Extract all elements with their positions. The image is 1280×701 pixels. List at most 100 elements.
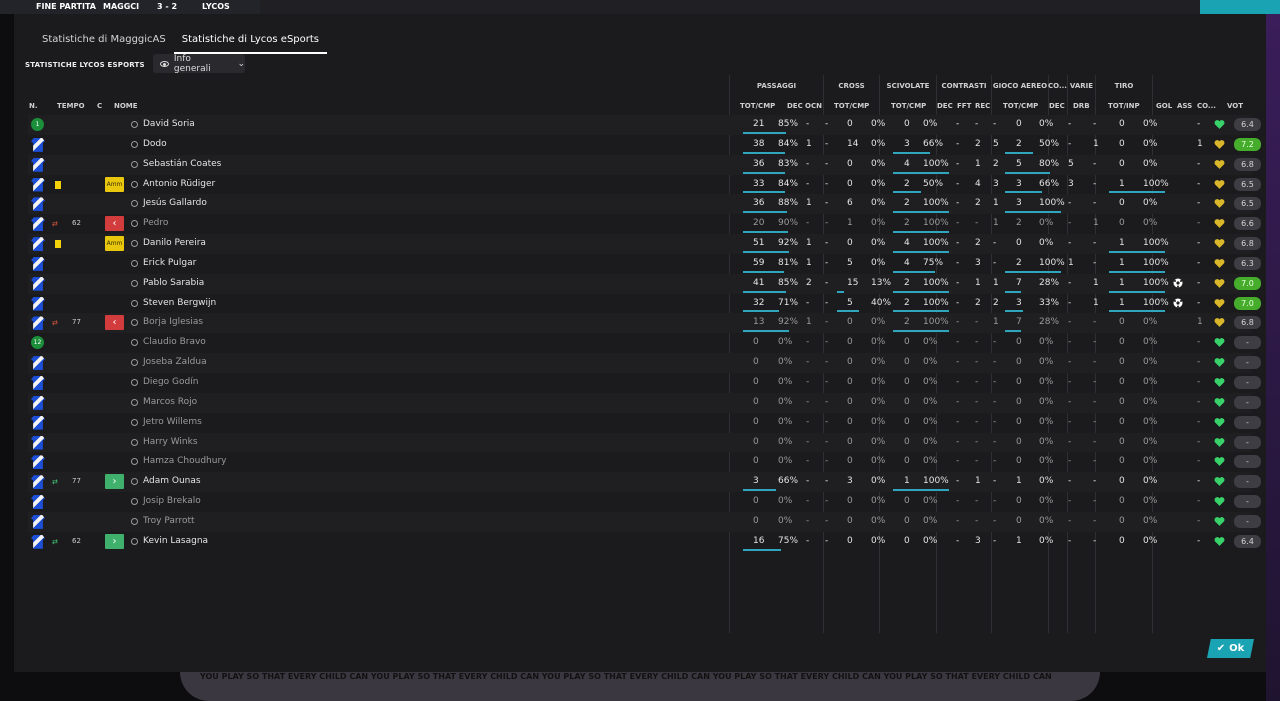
tab-home-stats[interactable]: Statistiche di MagggicAS	[34, 32, 174, 54]
table-row[interactable]: Pablo Sarabia 41 85% 2-15 13% 2 100% -1 1 7 28% -1 1…	[28, 273, 1261, 294]
col-aereo-tot[interactable]: TOT/CMP	[1003, 102, 1038, 110]
table-row[interactable]: Diego Godín 0 0% - - 0 0% 0 0% - - - 0 0% - - 0 0% - -	[28, 373, 1261, 393]
player-name[interactable]: Pablo Sarabia	[143, 274, 204, 294]
table-row[interactable]: Amm Danilo Pereira 51 92% 1-0 0% 4 100% -2-0 0% - -…	[28, 234, 1261, 254]
player-name[interactable]: Jetro Willems	[143, 413, 202, 433]
eye-icon	[160, 60, 169, 67]
table-row[interactable]: Dodo 38 84% 1-14 0% 3 66% -2 5 2 50% -1 0 0% 1 7.2	[28, 135, 1261, 155]
player-name[interactable]: Claudio Bravo	[143, 333, 206, 353]
col-co-dec[interactable]: DEC	[1049, 102, 1065, 110]
table-row[interactable]: Harry Winks 0 0% - - 0 0% 0 0% - - - 0 0% - - 0 0% - -	[28, 432, 1261, 453]
col-con-dec[interactable]: DEC	[937, 102, 953, 110]
table-row[interactable]: Amm Antonio Rüdiger 33 84% - -0 0% 2 50% -4 3 3 66% 3…	[28, 175, 1261, 195]
player-name[interactable]: Joseba Zaldua	[143, 353, 207, 373]
player-name[interactable]: Hamza Choudhury	[143, 452, 227, 472]
table-row[interactable]: 12 Claudio Bravo 0 0% - - 0 0% 0 0% - - - 0 0% - - 0 0% - -	[28, 333, 1261, 353]
table-row[interactable]: 1 David Soria 21 85% - -0 0% 0 0% - - -0 0% - -0 0% -6.4	[28, 115, 1261, 135]
player-name[interactable]: Harry Winks	[143, 433, 198, 453]
pass-count: 0	[753, 456, 759, 467]
player-name[interactable]: Steven Bergwijn	[143, 294, 216, 314]
col-con-rec[interactable]: REC	[975, 102, 990, 110]
table-row[interactable]: Joseba Zaldua 0 0% - - 0 0% 0 0% - - - 0 0% - - 0 0% - -	[28, 353, 1261, 373]
player-name[interactable]: Marcos Rojo	[143, 393, 197, 413]
table-row[interactable]: ⇄ 77 › Adam Ounas 3 66% - -3 0% 1 100% -1-1 0% - -0 0% -…	[28, 472, 1261, 493]
col-tiro-tot[interactable]: TOT/INP	[1108, 102, 1140, 110]
table-row[interactable]: Sebastián Coates 36 83% - -0 0% 4 100% -1 2 5 80% 5-…	[28, 154, 1261, 175]
table-row[interactable]: Josip Brekalo 0 0% - - 0 0% 0 0% - - - 0 0% - - 0 0% - -	[28, 492, 1261, 512]
pass-dec: -	[806, 436, 810, 447]
table-row[interactable]: Jetro Willems 0 0% - - 0 0% 0 0% - - - 0 0% - - 0 0% - -	[28, 413, 1261, 433]
col-number[interactable]: N.	[29, 102, 38, 110]
player-name[interactable]: Jesús Gallardo	[143, 194, 207, 214]
section-title: STATISTICHE LYCOS ESPORTS	[25, 61, 145, 69]
col-pass-dec[interactable]: DEC	[787, 102, 803, 110]
con-fft: -	[975, 436, 979, 447]
col-varie-drb[interactable]: DRB	[1073, 102, 1090, 110]
table-row[interactable]: Steven Bergwijn 32 71% - -5 40% 2 100% -2 2 3 33% -1…	[28, 294, 1261, 314]
ass: -	[1197, 297, 1201, 308]
col-c[interactable]: C	[97, 102, 102, 110]
person-icon	[130, 180, 138, 189]
player-name[interactable]: Josip Brekalo	[143, 492, 201, 512]
col-sciv-tot[interactable]: TOT/CMP	[891, 102, 926, 110]
col-cross-tot[interactable]: TOT/CMP	[834, 102, 869, 110]
player-name[interactable]: Erick Pulgar	[143, 254, 196, 274]
cross-count: 0	[847, 496, 853, 507]
con-fft: 2	[975, 238, 981, 249]
player-name[interactable]: Kevin Lasagna	[143, 532, 208, 552]
pct-bar	[893, 171, 949, 174]
tiro-pct: 0%	[1143, 317, 1158, 328]
table-row[interactable]: ⇄ 62 › Kevin Lasagna 16 75% - -0 0% 0 0% -3-1 0% - -0 0…	[28, 532, 1261, 552]
tiro-count: 0	[1119, 535, 1125, 546]
table-row[interactable]: Marcos Rojo 0 0% - - 0 0% 0 0% - - - 0 0% - - 0 0% - -	[28, 392, 1261, 413]
col-nome[interactable]: NOME	[114, 102, 138, 110]
pct-bar	[1005, 310, 1023, 313]
player-name[interactable]: Troy Parrott	[143, 512, 195, 532]
col-pass-ocn[interactable]: OCN	[805, 102, 822, 110]
col-ass[interactable]: ASS	[1177, 102, 1192, 110]
table-row[interactable]: ⇄ 62 ‹ Pedro 20 90% - -1 0% 2 100% - -1 2 0% -1 0 0% -6.6	[28, 214, 1261, 234]
col-con-fft[interactable]: FFT	[957, 102, 971, 110]
con-fft: -	[975, 218, 979, 229]
col-co2[interactable]: CO...	[1197, 102, 1216, 110]
ass: -	[1197, 337, 1201, 348]
player-name[interactable]: David Soria	[143, 115, 195, 135]
col-pass-tot[interactable]: TOT/CMP	[740, 102, 775, 110]
varie-drb: -	[1093, 476, 1097, 487]
col-tempo[interactable]: TEMPO	[57, 102, 85, 110]
table-row[interactable]: Hamza Choudhury 0 0% - - 0 0% 0 0% - - - 0 0% - - 0 0% - -	[28, 452, 1261, 472]
home-team: MAGGCI	[103, 2, 140, 11]
table-row[interactable]: Troy Parrott 0 0% - - 0 0% 0 0% - - - 0 0% - - 0 0% - -	[28, 511, 1261, 532]
cross-pct: 0%	[871, 337, 886, 348]
substitution-icon: ⇄	[52, 537, 58, 546]
player-name[interactable]: Adam Ounas	[143, 472, 201, 492]
con-rec: -	[993, 436, 997, 447]
tiro-count: 0	[1119, 158, 1125, 169]
player-name[interactable]: Dodo	[143, 135, 167, 155]
player-name[interactable]: Borja Iglesias	[143, 313, 203, 333]
sciv-count: 0	[904, 119, 910, 129]
col-vot[interactable]: VOT	[1227, 102, 1243, 110]
sub-minute: 62	[72, 219, 81, 228]
con-dec: -	[956, 357, 960, 368]
next-button[interactable]	[1200, 0, 1280, 14]
table-row[interactable]: Jesús Gallardo 36 88% 1-6 0% 2 100% -2 1 3 100% - -0…	[28, 194, 1261, 215]
view-select[interactable]: Info generali ⌄	[153, 54, 245, 74]
player-name[interactable]: Diego Godín	[143, 373, 198, 393]
player-name[interactable]: Antonio Rüdiger	[143, 175, 215, 195]
sciv-count: 0	[904, 376, 910, 387]
col-gol[interactable]: GOL	[1156, 102, 1172, 110]
ok-button[interactable]: ✔ Ok	[1207, 639, 1254, 658]
player-name[interactable]: Danilo Pereira	[143, 234, 206, 254]
aer-pct: 0%	[1039, 436, 1054, 447]
varie-drb: -	[1093, 535, 1097, 546]
player-name[interactable]: Pedro	[143, 214, 168, 234]
tab-away-stats[interactable]: Statistiche di Lycos eSports	[173, 32, 328, 54]
player-name[interactable]: Sebastián Coates	[143, 155, 221, 175]
shirt-icon	[31, 395, 45, 410]
person-icon	[130, 240, 138, 248]
co-dec: -	[1068, 337, 1072, 348]
table-row[interactable]: Erick Pulgar 59 81% 1-5 0% 4 75% -3-2 100% 1-1 100…	[28, 254, 1261, 274]
team-tabs: Statistiche di MagggicAS Statistiche di …	[34, 32, 328, 54]
table-row[interactable]: ⇄ 77 ‹ Borja Iglesias 13 92% 1-0 0% 2 100% - -1 7 28%…	[28, 313, 1261, 334]
